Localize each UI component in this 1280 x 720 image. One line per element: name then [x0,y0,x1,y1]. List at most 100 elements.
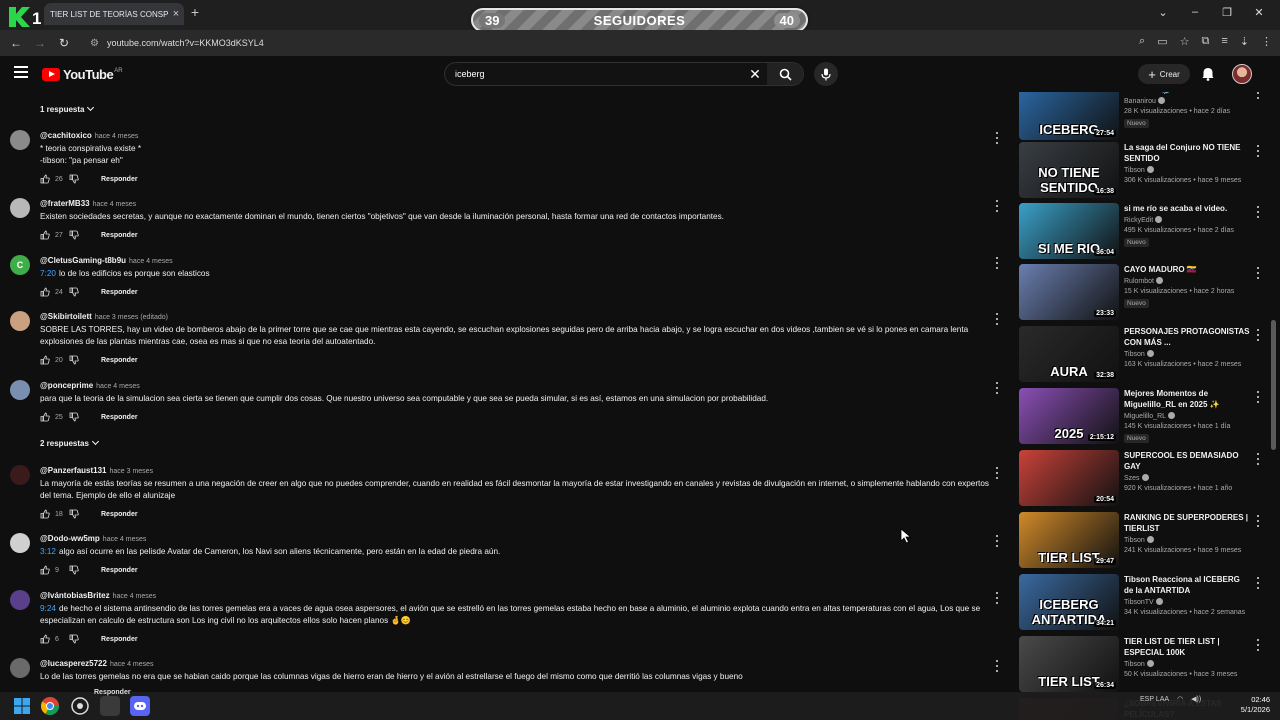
video-menu-icon[interactable] [1255,577,1261,589]
minimize-icon[interactable]: – [1188,6,1202,19]
recommended-video[interactable]: ICEBERG ANTARTIDA 34:21 Tibson Reacciona a… [1018,574,1268,632]
menu-dots-icon[interactable]: ⋮ [1261,35,1272,48]
comment-author[interactable]: @Panzerfaust131 [40,466,107,475]
new-tab-button[interactable]: + [187,4,203,20]
commenter-avatar[interactable] [10,130,30,150]
chevron-down-icon[interactable]: ⌄ [1156,6,1170,19]
clear-search-icon[interactable]: ✕ [743,66,767,83]
video-title[interactable]: HUMANA 🧊 [1124,92,1250,95]
reply-button[interactable]: Responder [101,636,138,643]
forward-arrow-icon[interactable]: → [32,35,48,51]
comment-menu-icon[interactable] [994,132,1000,144]
voice-search-button[interactable] [814,62,838,86]
comment-time[interactable]: hace 4 meses [96,383,140,390]
channel-name[interactable]: Rulombot [1124,278,1154,285]
comment-menu-icon[interactable] [994,313,1000,325]
video-thumbnail[interactable]: 20:54 [1019,450,1119,506]
video-menu-icon[interactable] [1255,453,1261,465]
comment-author[interactable]: @fraterMB33 [40,199,90,208]
cast-icon[interactable]: ▭ [1157,35,1167,48]
tray-language[interactable]: ESP LAA [1140,696,1169,703]
channel-name[interactable]: Tibson [1124,661,1145,668]
recommended-video[interactable]: NO TIENE SENTIDO 16:38 La saga del Conjuro… [1018,142,1268,200]
extensions-icon[interactable]: ⧉ [1202,35,1210,48]
thumbs-down-icon[interactable] [69,230,79,240]
taskbar-clock[interactable]: 02:46 5/1/2026 [1230,695,1270,715]
comment-menu-icon[interactable] [994,200,1000,212]
zoom-icon[interactable]: ⌕ [1139,35,1145,48]
recommended-video[interactable]: 2025 2:15:12 Mejores Momentos de Miguelill… [1018,388,1268,446]
comment-time[interactable]: hace 4 meses [93,201,137,208]
thumbs-down-icon[interactable] [69,287,79,297]
comment-menu-icon[interactable] [994,382,1000,394]
reply-button[interactable]: Responder [101,414,138,421]
channel-name[interactable]: Miguelillo_RL [1124,413,1166,420]
video-thumbnail[interactable]: TIER LIST 29:47 [1019,512,1119,568]
comment-time[interactable]: hace 3 meses [110,468,154,475]
chrome-icon[interactable] [40,696,60,716]
video-thumbnail[interactable]: NO TIENE SENTIDO 16:38 [1019,142,1119,198]
video-menu-icon[interactable] [1255,329,1261,341]
video-thumbnail[interactable]: ICEBERG ANTARTIDA 34:21 [1019,574,1119,630]
video-title[interactable]: CAYO MADURO 🇻🇪 [1124,264,1250,275]
video-title[interactable]: RANKING DE SUPERPODERES | TIERLIST [1124,512,1250,534]
channel-name[interactable]: Szes [1124,475,1140,482]
thumbs-up-icon[interactable] [40,412,50,422]
video-title[interactable]: PERSONAJES PROTAGONISTAS CON MÁS ... [1124,326,1250,348]
video-title[interactable]: si me río se acaba el video. [1124,203,1250,214]
windows-start-icon[interactable] [12,696,32,716]
commenter-avatar[interactable] [10,658,30,678]
video-thumbnail[interactable]: SI ME RIO 36:04 [1019,203,1119,259]
video-thumbnail[interactable]: 2025 2:15:12 [1019,388,1119,444]
video-thumbnail[interactable]: ICEBERG 27:54 [1019,92,1119,140]
video-menu-icon[interactable] [1255,515,1261,527]
thumbs-up-icon[interactable] [40,565,50,575]
reply-button[interactable]: Responder [101,289,138,296]
back-arrow-icon[interactable]: ← [8,35,24,51]
close-window-icon[interactable]: ✕ [1252,6,1266,19]
epic-games-icon[interactable] [100,696,120,716]
url-field[interactable]: ⚙ youtube.com/watch?v=KKMO3dKSYL4 [82,33,1132,53]
video-thumbnail[interactable]: 23:33 [1019,264,1119,320]
close-tab-icon[interactable]: × [168,8,184,20]
recommended-video[interactable]: TIER LIST 29:47 RANKING DE SUPERPODERES | … [1018,512,1268,570]
comment-time[interactable]: hace 4 meses [110,661,154,668]
thumbs-down-icon[interactable] [69,174,79,184]
page-scrollbar[interactable] [1271,320,1276,450]
video-menu-icon[interactable] [1255,391,1261,403]
comment-author[interactable]: @Dodo-ww5mp [40,534,100,543]
video-timestamp-link[interactable]: 9:24 [40,604,56,613]
reply-button[interactable]: Responder [101,232,138,239]
hamburger-menu-icon[interactable] [14,66,28,78]
recommended-video[interactable]: AURA 32:38 PERSONAJES PROTAGONISTAS CON MÁ… [1018,326,1268,384]
download-icon[interactable]: ⇣ [1240,35,1249,48]
channel-name[interactable]: Tibson [1124,167,1145,174]
thumbs-up-icon[interactable] [40,355,50,365]
youtube-logo[interactable]: YouTube AR [42,67,123,82]
thumbs-down-icon[interactable] [69,509,79,519]
comment-menu-icon[interactable] [994,592,1000,604]
reply-button[interactable]: Responder [101,511,138,518]
reply-button[interactable]: Responder [101,567,138,574]
video-title[interactable]: Tibson Reacciona al ICEBERG de la ANTART… [1124,574,1250,596]
thumbs-down-icon[interactable] [69,355,79,365]
notifications-bell-icon[interactable] [1200,66,1216,82]
reply-button[interactable]: Responder [101,176,138,183]
recommended-video[interactable]: TIER LIST 26:34 TIER LIST DE TIER LIST | E… [1018,636,1268,694]
video-timestamp-link[interactable]: 3:12 [40,547,56,556]
video-thumbnail[interactable]: AURA 32:38 [1019,326,1119,382]
comment-author[interactable]: @IvántobiasBritez [40,591,110,600]
comment-time[interactable]: hace 4 meses [113,593,157,600]
comment-author[interactable]: @CletusGaming-t8b9u [40,256,126,265]
video-timestamp-link[interactable]: 7:20 [40,269,56,278]
thumbs-up-icon[interactable] [40,509,50,519]
account-avatar[interactable] [1232,64,1252,84]
recommended-video[interactable]: ICEBERG27:54 HUMANA 🧊 Bananirou 28 K visual… [1018,92,1268,142]
search-input[interactable]: iceberg [445,69,743,79]
comment-menu-icon[interactable] [994,467,1000,479]
search-button[interactable] [767,63,803,85]
replies-toggle[interactable]: 2 respuestas [40,437,99,448]
comment-time[interactable]: hace 3 meses (editado) [95,314,168,321]
commenter-avatar[interactable] [10,198,30,218]
thumbs-up-icon[interactable] [40,634,50,644]
